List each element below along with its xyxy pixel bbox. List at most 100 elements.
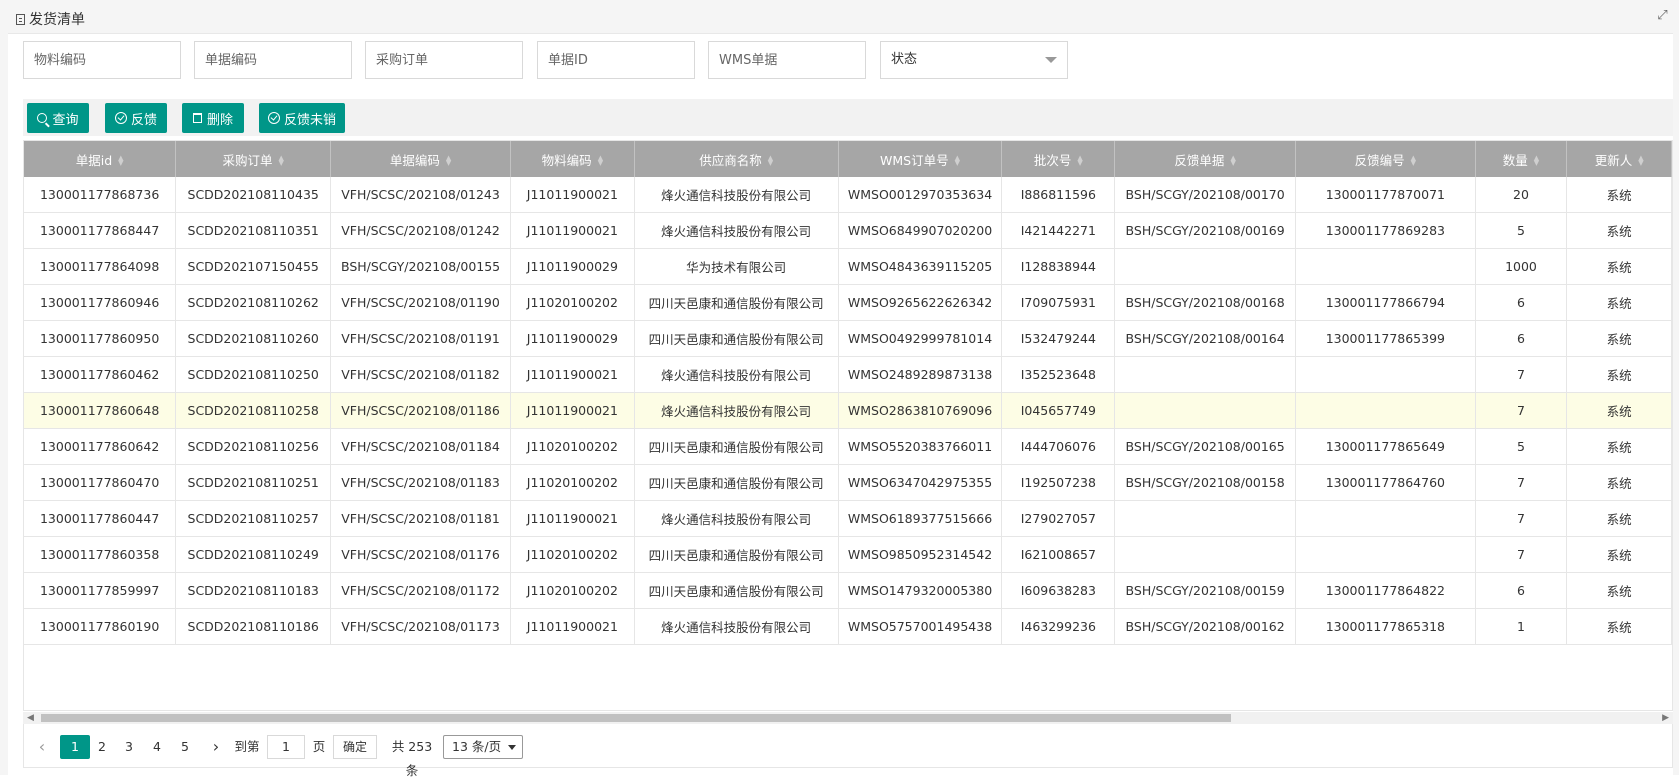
doc-id-input[interactable] <box>537 41 695 79</box>
horizontal-scrollbar[interactable]: ◀ ▶ <box>23 712 1673 724</box>
table-cell: 四川天邑康和通信股份有限公司 <box>634 284 839 321</box>
page-2[interactable]: 2 <box>94 735 110 759</box>
sort-icon[interactable]: ▲ ▼ <box>279 155 284 167</box>
goto-page-input[interactable]: 1 <box>267 735 305 759</box>
table-cell: 6 <box>1475 320 1568 357</box>
sort-icon[interactable]: ▲ ▼ <box>1638 155 1643 167</box>
column-header[interactable]: 反馈单据 ▲ ▼ <box>1114 141 1297 177</box>
column-header[interactable]: 单据id ▲ ▼ <box>24 141 177 177</box>
fullscreen-icon[interactable]: ⤢ <box>1656 9 1669 22</box>
table-cell: 四川天邑康和通信股份有限公司 <box>634 320 839 357</box>
status-select[interactable]: 状态 <box>880 41 1068 79</box>
table-row[interactable]: 130001177864098 SCDD202107150455 BSH/SCGY/… <box>24 248 1672 285</box>
table-row[interactable]: 130001177860462 SCDD202108110250 VFH/SCSC/… <box>24 356 1672 393</box>
next-page-icon[interactable]: › <box>208 735 224 759</box>
scroll-left-icon[interactable]: ◀ <box>27 712 34 724</box>
table-cell: 系统 <box>1566 392 1672 429</box>
table-cell: 130001177860447 <box>24 500 177 537</box>
page-1[interactable]: 1 <box>60 735 90 759</box>
column-header-label: 采购订单 <box>222 152 273 168</box>
material-code-input[interactable] <box>23 41 181 79</box>
table-cell: BSH/SCGY/202108/00165 <box>1114 428 1297 465</box>
prev-page-icon[interactable]: ‹ <box>34 735 50 759</box>
table-row[interactable]: 130001177860358 SCDD202108110249 VFH/SCSC/… <box>24 536 1672 573</box>
table-row[interactable]: 130001177868447 SCDD202108110351 VFH/SCSC/… <box>24 212 1672 249</box>
table-cell: 130001177870071 <box>1295 177 1476 213</box>
delete-button-label: 删除 <box>206 112 233 128</box>
sort-icon[interactable]: ▲ ▼ <box>1534 155 1539 167</box>
table-cell: SCDD202108110183 <box>175 572 332 609</box>
panel-title: 发货清单 <box>16 9 85 29</box>
table-cell: WMSO0492999781014 <box>838 320 1003 357</box>
table-row[interactable]: 130001177860648 SCDD202108110258 VFH/SCSC/… <box>24 392 1672 429</box>
table-cell: 130001177865649 <box>1295 428 1476 465</box>
sort-icon[interactable]: ▲ ▼ <box>118 155 123 167</box>
table-cell: 7 <box>1475 536 1568 573</box>
goto-confirm-button[interactable]: 确定 <box>333 735 377 759</box>
table-cell: J11020100202 <box>510 428 635 465</box>
column-header[interactable]: 采购订单 ▲ ▼ <box>175 141 332 177</box>
delete-button[interactable]: 删除 <box>182 103 244 133</box>
column-header-label: 单据id <box>75 152 113 168</box>
table-cell: 系统 <box>1566 428 1672 465</box>
page-5[interactable]: 5 <box>177 735 193 759</box>
page-size-select[interactable]: 13 条/页 <box>443 735 523 759</box>
table-row[interactable]: 130001177860950 SCDD202108110260 VFH/SCSC/… <box>24 320 1672 357</box>
query-button-label: 查询 <box>52 112 79 128</box>
wms-doc-input[interactable] <box>708 41 866 79</box>
page-4[interactable]: 4 <box>149 735 165 759</box>
table-cell: SCDD202108110435 <box>175 177 332 213</box>
doc-code-input[interactable] <box>194 41 352 79</box>
total-count: 共 253 条 <box>391 739 433 778</box>
table-cell: VFH/SCSC/202108/01181 <box>330 500 511 537</box>
column-header[interactable]: 更新人 ▲ ▼ <box>1566 141 1672 177</box>
table-cell <box>1295 356 1476 393</box>
table-cell: 系统 <box>1566 356 1672 393</box>
column-header[interactable]: 数量 ▲ ▼ <box>1475 141 1568 177</box>
column-header[interactable]: 物料编码 ▲ ▼ <box>510 141 635 177</box>
column-header-label: 更新人 <box>1594 152 1633 168</box>
sort-icon[interactable]: ▲ ▼ <box>955 155 960 167</box>
sort-icon[interactable]: ▲ ▼ <box>1411 155 1416 167</box>
toolbar: 查询 反馈 删除 反馈未销 <box>23 99 1673 136</box>
table-cell: 130001177860462 <box>24 356 177 393</box>
table-row[interactable]: 130001177860447 SCDD202108110257 VFH/SCSC/… <box>24 500 1672 537</box>
column-header-label: 单据编码 <box>389 152 440 168</box>
column-header[interactable]: 批次号 ▲ ▼ <box>1001 141 1116 177</box>
table-cell: 烽火通信科技股份有限公司 <box>634 608 839 645</box>
table-cell: WMSO4843639115205 <box>838 248 1003 285</box>
purchase-order-input[interactable] <box>365 41 523 79</box>
scrollbar-thumb[interactable] <box>41 714 1231 722</box>
data-table-container: 单据id ▲ ▼ 采购订单 ▲ ▼ 单据编码 ▲ ▼ 物料编码 ▲ ▼ 供应商名称 ▲ ▼ WMS订单号 ▲ ▼ 批… <box>23 140 1673 711</box>
table-row[interactable]: 130001177860470 SCDD202108110251 VFH/SCSC/… <box>24 464 1672 501</box>
table-row[interactable]: 130001177860190 SCDD202108110186 VFH/SCSC/… <box>24 608 1672 645</box>
column-header[interactable]: 单据编码 ▲ ▼ <box>330 141 511 177</box>
sort-icon[interactable]: ▲ ▼ <box>1077 155 1082 167</box>
table-row[interactable]: 130001177860642 SCDD202108110256 VFH/SCSC/… <box>24 428 1672 465</box>
table-cell: SCDD202108110186 <box>175 608 332 645</box>
panel-title-text: 发货清单 <box>29 12 85 28</box>
table-cell: 四川天邑康和通信股份有限公司 <box>634 428 839 465</box>
table-cell: VFH/SCSC/202108/01190 <box>330 284 511 321</box>
query-button[interactable]: 查询 <box>27 103 89 133</box>
sort-icon[interactable]: ▲ ▼ <box>446 155 451 167</box>
table-row[interactable]: 130001177859997 SCDD202108110183 VFH/SCSC/… <box>24 572 1672 609</box>
table-row[interactable]: 130001177868736 SCDD202108110435 VFH/SCSC/… <box>24 177 1672 213</box>
column-header-label: 数量 <box>1502 152 1528 168</box>
table-row[interactable]: 130001177860946 SCDD202108110262 VFH/SCSC/… <box>24 284 1672 321</box>
table-cell: I045657749 <box>1001 392 1116 429</box>
scroll-right-icon[interactable]: ▶ <box>1662 712 1669 724</box>
table-cell: I128838944 <box>1001 248 1116 285</box>
feedback-button[interactable]: 反馈 <box>105 103 167 133</box>
feedback-pending-button[interactable]: 反馈未销 <box>259 103 345 133</box>
table-cell: J11020100202 <box>510 464 635 501</box>
sort-icon[interactable]: ▲ ▼ <box>1230 155 1235 167</box>
column-header[interactable]: WMS订单号 ▲ ▼ <box>838 141 1003 177</box>
sort-icon[interactable]: ▲ ▼ <box>768 155 773 167</box>
column-header-label: 反馈单据 <box>1174 152 1225 168</box>
table-cell: 6 <box>1475 572 1568 609</box>
column-header[interactable]: 反馈编号 ▲ ▼ <box>1295 141 1476 177</box>
page-3[interactable]: 3 <box>121 735 137 759</box>
column-header[interactable]: 供应商名称 ▲ ▼ <box>634 141 839 177</box>
sort-icon[interactable]: ▲ ▼ <box>598 155 603 167</box>
